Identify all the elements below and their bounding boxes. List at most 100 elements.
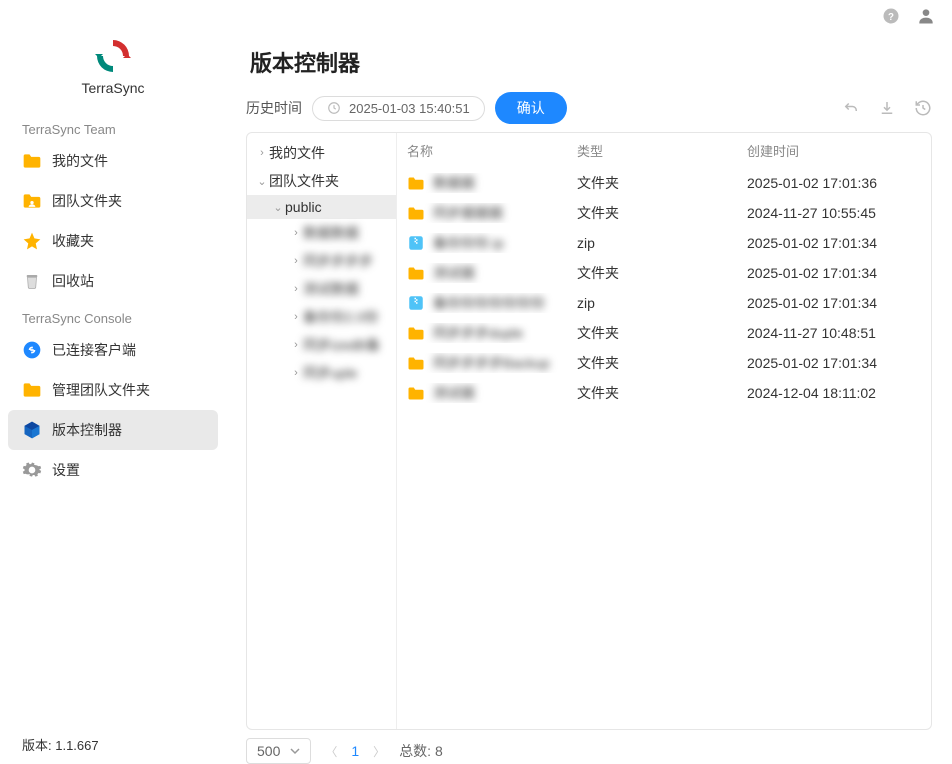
chevron-icon: ⌄ xyxy=(271,201,285,214)
tree-node[interactable]: ›数据数据 xyxy=(247,219,396,247)
folder-icon xyxy=(22,380,42,400)
tree-label: 备份份2.0份 xyxy=(303,307,378,327)
user-icon[interactable] xyxy=(916,6,936,26)
file-name: 数据据 xyxy=(433,173,475,193)
tree-label: 团队文件夹 xyxy=(269,171,339,191)
nav-item-my-files[interactable]: 我的文件 xyxy=(8,141,218,181)
tree-node[interactable]: ›同步izedB备 xyxy=(247,331,396,359)
tree-node[interactable]: ›同步uple xyxy=(247,359,396,387)
tree-node[interactable]: ›同步步步步 xyxy=(247,247,396,275)
undo-icon[interactable] xyxy=(842,99,860,117)
nav-item-label: 已连接客户端 xyxy=(52,340,136,360)
file-name: 同步步步duple xyxy=(433,323,523,343)
total-count: 总数: 8 xyxy=(399,741,443,761)
file-row[interactable]: 备份份份.ip zip2025-01-02 17:01:34 xyxy=(397,228,931,258)
file-icon xyxy=(407,176,425,191)
nav-item-clients[interactable]: 已连接客户端 xyxy=(8,330,218,370)
tree-node[interactable]: ⌄public xyxy=(247,195,396,219)
file-icon xyxy=(407,206,425,221)
file-row[interactable]: 备份份份份份份份zip2025-01-02 17:01:34 xyxy=(397,288,931,318)
chevron-icon: › xyxy=(289,255,303,267)
nav-item-settings[interactable]: 设置 xyxy=(8,450,218,490)
file-type: 文件夹 xyxy=(577,383,747,403)
page-current[interactable]: 1 xyxy=(351,743,359,759)
col-name-header[interactable]: 名称 xyxy=(407,141,577,160)
file-row[interactable]: 测试据文件夹2025-01-02 17:01:34 xyxy=(397,258,931,288)
brand-label: TerraSync xyxy=(81,80,144,96)
file-type: 文件夹 xyxy=(577,203,747,223)
nav-item-manage-team[interactable]: 管理团队文件夹 xyxy=(8,370,218,410)
col-type-header[interactable]: 类型 xyxy=(577,141,747,160)
tree-node[interactable]: ›我的文件 xyxy=(247,139,396,167)
file-type: zip xyxy=(577,295,747,311)
file-icon xyxy=(407,356,425,371)
file-header: 名称 类型 创建时间 xyxy=(397,133,931,168)
file-icon xyxy=(407,234,425,252)
tree-label: 我的文件 xyxy=(269,143,325,163)
nav-item-version-control[interactable]: 版本控制器 xyxy=(8,410,218,450)
chevron-icon: › xyxy=(289,311,303,323)
nav-item-label: 版本控制器 xyxy=(52,420,122,440)
chevron-icon: ⌄ xyxy=(255,175,269,188)
history-icon[interactable] xyxy=(914,99,932,117)
file-created: 2024-11-27 10:48:51 xyxy=(747,325,921,341)
next-page[interactable]: 〉 xyxy=(373,743,385,760)
section-label: TerraSync Console xyxy=(8,301,218,330)
file-row[interactable]: 数据据文件夹2025-01-02 17:01:36 xyxy=(397,168,931,198)
pager: 500 〈 1 〉 总数: 8 xyxy=(246,730,932,764)
file-row[interactable]: 同步步步步Backup 文件夹2025-01-02 17:01:34 xyxy=(397,348,931,378)
confirm-button[interactable]: 确认 xyxy=(495,92,567,124)
nav-item-label: 收藏夹 xyxy=(52,231,94,251)
file-list: 名称 类型 创建时间 数据据文件夹2025-01-02 17:01:36同步据据… xyxy=(397,133,931,729)
nav-item-team-folders[interactable]: 团队文件夹 xyxy=(8,181,218,221)
file-row[interactable]: 同步步步duple 文件夹2024-11-27 10:48:51 xyxy=(397,318,931,348)
folder-tree: ›我的文件⌄团队文件夹⌄public›数据数据›同步步步步›测试数据›备份份2.… xyxy=(247,133,397,729)
file-created: 2025-01-02 17:01:34 xyxy=(747,235,921,251)
help-icon[interactable]: ? xyxy=(882,7,900,25)
svg-text:?: ? xyxy=(888,12,894,23)
tree-label: 同步izedB备 xyxy=(303,335,380,355)
tree-label: 同步uple xyxy=(303,363,357,383)
tree-node[interactable]: ›备份份2.0份 xyxy=(247,303,396,331)
nav-item-label: 回收站 xyxy=(52,271,94,291)
nav-item-label: 管理团队文件夹 xyxy=(52,380,150,400)
prev-page[interactable]: 〈 xyxy=(325,743,337,760)
nav-item-favorites[interactable]: 收藏夹 xyxy=(8,221,218,261)
folder-shared-icon xyxy=(22,191,42,211)
chevron-icon: › xyxy=(289,227,303,239)
file-type: 文件夹 xyxy=(577,353,747,373)
file-row[interactable]: 测试据 文件夹2024-12-04 18:11:02 xyxy=(397,378,931,408)
file-created: 2024-12-04 18:11:02 xyxy=(747,385,921,401)
trash-icon xyxy=(22,271,42,291)
history-label: 历史时间 xyxy=(246,98,302,118)
file-row[interactable]: 同步据据据文件夹2024-11-27 10:55:45 xyxy=(397,198,931,228)
tree-node[interactable]: ›测试数据 xyxy=(247,275,396,303)
file-name: 测试据 xyxy=(433,383,475,403)
page-title: 版本控制器 xyxy=(246,32,932,92)
file-type: 文件夹 xyxy=(577,323,747,343)
tree-node[interactable]: ⌄团队文件夹 xyxy=(247,167,396,195)
folder-icon xyxy=(22,151,42,171)
col-created-header[interactable]: 创建时间 xyxy=(747,141,921,160)
file-created: 2025-01-02 17:01:34 xyxy=(747,265,921,281)
cube-icon xyxy=(22,420,42,440)
file-type: zip xyxy=(577,235,747,251)
star-icon xyxy=(22,231,42,251)
file-icon xyxy=(407,386,425,401)
brand: TerraSync xyxy=(8,32,218,112)
datetime-input[interactable]: 2025-01-03 15:40:51 xyxy=(312,96,485,121)
link-icon xyxy=(22,340,42,360)
logo-icon xyxy=(93,36,133,76)
file-name: 同步步步步Backup xyxy=(433,353,550,373)
page-size-select[interactable]: 500 xyxy=(246,738,311,764)
chevron-icon: › xyxy=(289,283,303,295)
toolbar: 历史时间 2025-01-03 15:40:51 确认 xyxy=(246,92,932,132)
file-name: 备份份份.ip xyxy=(433,233,504,253)
file-created: 2025-01-02 17:01:34 xyxy=(747,355,921,371)
nav-item-trash[interactable]: 回收站 xyxy=(8,261,218,301)
file-icon xyxy=(407,266,425,281)
nav-item-label: 设置 xyxy=(52,460,80,480)
download-icon[interactable] xyxy=(878,99,896,117)
file-created: 2025-01-02 17:01:36 xyxy=(747,175,921,191)
file-name: 测试据 xyxy=(433,263,475,283)
